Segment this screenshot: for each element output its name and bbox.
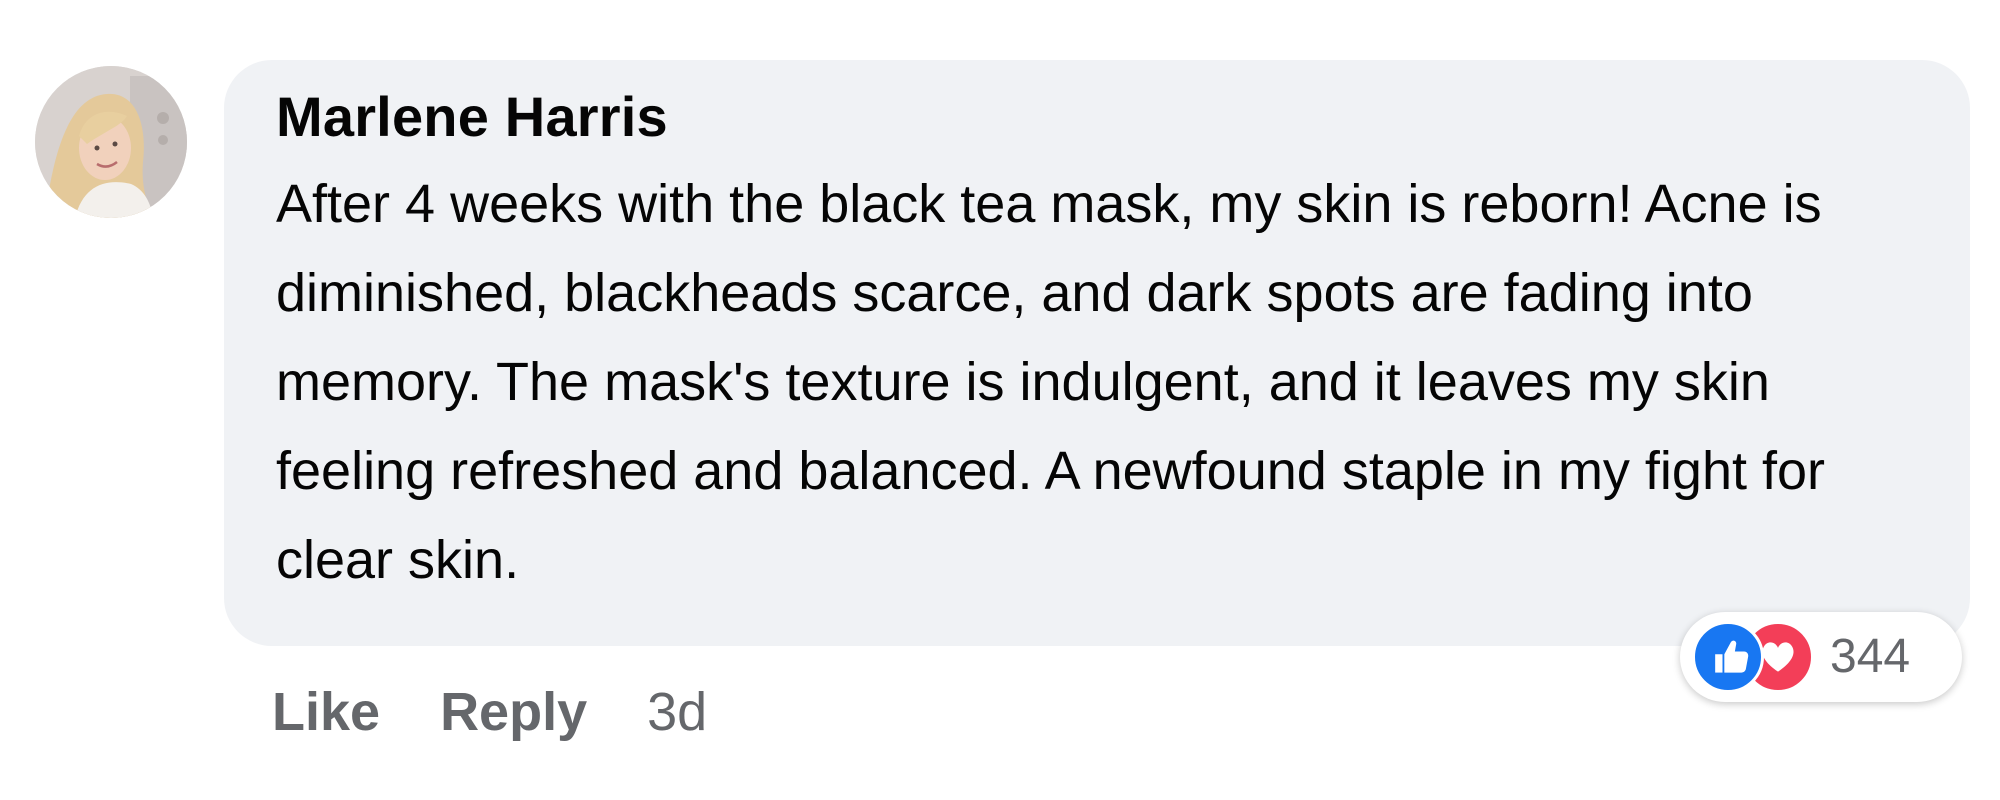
profile-photo-icon <box>35 66 187 218</box>
reply-button[interactable]: Reply <box>440 681 587 743</box>
reaction-count: 344 <box>1830 630 1911 683</box>
like-button[interactable]: Like <box>272 681 380 743</box>
comment-timestamp[interactable]: 3d <box>647 681 707 743</box>
avatar[interactable] <box>35 66 187 218</box>
comment-actions: Like Reply 3d <box>272 672 707 752</box>
comment: Marlene Harris After 4 weeks with the bl… <box>0 0 2000 800</box>
comment-bubble: Marlene Harris After 4 weeks with the bl… <box>224 60 1970 646</box>
like-reaction-icon <box>1692 621 1764 693</box>
comment-author[interactable]: Marlene Harris <box>276 82 1970 152</box>
comment-text: After 4 weeks with the black tea mask, m… <box>276 174 1826 590</box>
reaction-summary[interactable]: 344 <box>1680 612 1962 702</box>
